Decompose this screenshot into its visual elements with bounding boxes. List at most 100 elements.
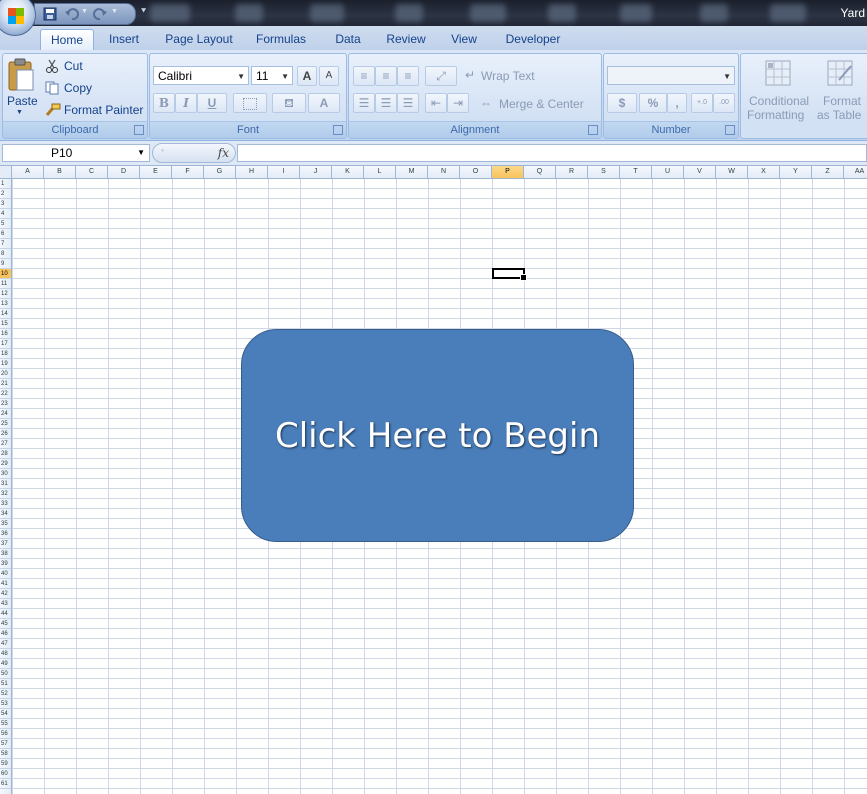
align-center-button[interactable]: ☰ [375, 93, 397, 113]
row-header-22[interactable]: 22 [0, 389, 11, 399]
row-header-40[interactable]: 40 [0, 569, 11, 579]
increase-decimal-button[interactable]: +.0 [691, 93, 713, 113]
column-header-t[interactable]: T [620, 166, 652, 178]
tab-review[interactable]: Review [380, 29, 432, 50]
row-header-61[interactable]: 61 [0, 779, 11, 789]
row-header-24[interactable]: 24 [0, 409, 11, 419]
row-header-8[interactable]: 8 [0, 249, 11, 259]
row-header-27[interactable]: 27 [0, 439, 11, 449]
active-cell[interactable] [492, 268, 527, 281]
column-header-n[interactable]: N [428, 166, 460, 178]
conditional-formatting-label-1[interactable]: Conditional [749, 94, 809, 108]
row-header-51[interactable]: 51 [0, 679, 11, 689]
tab-data[interactable]: Data [328, 29, 368, 50]
row-header-52[interactable]: 52 [0, 689, 11, 699]
column-header-d[interactable]: D [108, 166, 140, 178]
row-header-35[interactable]: 35 [0, 519, 11, 529]
cut-button[interactable]: Cut [64, 59, 83, 73]
font-size-select[interactable]: 11 ▼ [251, 66, 293, 85]
click-here-to-begin-button[interactable]: Click Here to Begin [241, 329, 634, 542]
tab-page-layout[interactable]: Page Layout [160, 29, 238, 50]
grow-font-button[interactable]: A [297, 66, 317, 86]
row-header-21[interactable]: 21 [0, 379, 11, 389]
paste-dropdown-icon[interactable]: ▼ [16, 109, 23, 116]
alignment-launcher-icon[interactable] [588, 125, 598, 135]
row-header-54[interactable]: 54 [0, 709, 11, 719]
row-header-29[interactable]: 29 [0, 459, 11, 469]
font-name-select[interactable]: Calibri ▼ [153, 66, 249, 85]
row-header-38[interactable]: 38 [0, 549, 11, 559]
row-header-55[interactable]: 55 [0, 719, 11, 729]
customize-qat-icon[interactable]: ⯆ [140, 6, 147, 17]
format-as-table-label-2[interactable]: as Table [817, 108, 861, 122]
column-header-y[interactable]: Y [780, 166, 812, 178]
row-header-59[interactable]: 59 [0, 759, 11, 769]
fill-color-button[interactable]: ⛾ [272, 93, 306, 113]
formula-bar-handle-icon[interactable]: ◦ [161, 145, 164, 155]
row-header-47[interactable]: 47 [0, 639, 11, 649]
tab-home[interactable]: Home [40, 29, 94, 51]
row-header-37[interactable]: 37 [0, 539, 11, 549]
column-header-v[interactable]: V [684, 166, 716, 178]
underline-button[interactable]: U [197, 93, 227, 113]
select-all-corner[interactable] [0, 166, 12, 178]
column-header-q[interactable]: Q [524, 166, 556, 178]
tab-developer[interactable]: Developer [498, 29, 568, 50]
row-header-43[interactable]: 43 [0, 599, 11, 609]
row-header-17[interactable]: 17 [0, 339, 11, 349]
row-header-25[interactable]: 25 [0, 419, 11, 429]
column-header-f[interactable]: F [172, 166, 204, 178]
increase-indent-button[interactable]: ⇥ [447, 93, 469, 113]
italic-button[interactable]: I [175, 93, 197, 113]
row-header-11[interactable]: 11 [0, 279, 11, 289]
row-header-18[interactable]: 18 [0, 349, 11, 359]
tab-formulas[interactable]: Formulas [250, 29, 312, 50]
column-header-k[interactable]: K [332, 166, 364, 178]
wrap-text-button[interactable]: Wrap Text [481, 69, 535, 83]
row-header-56[interactable]: 56 [0, 729, 11, 739]
column-header-h[interactable]: H [236, 166, 268, 178]
row-header-48[interactable]: 48 [0, 649, 11, 659]
row-header-13[interactable]: 13 [0, 299, 11, 309]
column-header-x[interactable]: X [748, 166, 780, 178]
column-header-l[interactable]: L [364, 166, 396, 178]
top-align-button[interactable]: ≡ [353, 66, 375, 86]
row-header-50[interactable]: 50 [0, 669, 11, 679]
tab-insert[interactable]: Insert [100, 29, 148, 50]
column-header-e[interactable]: E [140, 166, 172, 178]
paste-icon[interactable] [7, 58, 35, 92]
row-header-58[interactable]: 58 [0, 749, 11, 759]
number-format-dropdown-icon[interactable]: ▼ [723, 67, 731, 86]
row-header-30[interactable]: 30 [0, 469, 11, 479]
row-header-26[interactable]: 26 [0, 429, 11, 439]
row-header-10[interactable]: 10 [0, 269, 11, 279]
format-as-table-label-1[interactable]: Format [823, 94, 861, 108]
row-header-36[interactable]: 36 [0, 529, 11, 539]
row-header-60[interactable]: 60 [0, 769, 11, 779]
row-header-4[interactable]: 4 [0, 209, 11, 219]
formula-input[interactable] [237, 144, 867, 162]
row-header-28[interactable]: 28 [0, 449, 11, 459]
row-header-15[interactable]: 15 [0, 319, 11, 329]
column-header-i[interactable]: I [268, 166, 300, 178]
row-header-6[interactable]: 6 [0, 229, 11, 239]
paste-label[interactable]: Paste [7, 94, 38, 108]
insert-function-button[interactable]: fx [218, 146, 229, 160]
row-header-41[interactable]: 41 [0, 579, 11, 589]
cut-icon[interactable] [45, 59, 59, 73]
column-header-g[interactable]: G [204, 166, 236, 178]
conditional-formatting-icon[interactable] [765, 60, 791, 86]
row-header-32[interactable]: 32 [0, 489, 11, 499]
column-header-a[interactable]: A [12, 166, 44, 178]
copy-button[interactable]: Copy [64, 81, 92, 95]
row-header-2[interactable]: 2 [0, 189, 11, 199]
align-left-button[interactable]: ☰ [353, 93, 375, 113]
font-size-dropdown-icon[interactable]: ▼ [281, 67, 289, 86]
row-header-14[interactable]: 14 [0, 309, 11, 319]
column-header-r[interactable]: R [556, 166, 588, 178]
row-header-31[interactable]: 31 [0, 479, 11, 489]
orientation-button[interactable]: ⤢ [425, 66, 457, 86]
align-right-button[interactable]: ☰ [397, 93, 419, 113]
row-header-39[interactable]: 39 [0, 559, 11, 569]
row-header-19[interactable]: 19 [0, 359, 11, 369]
